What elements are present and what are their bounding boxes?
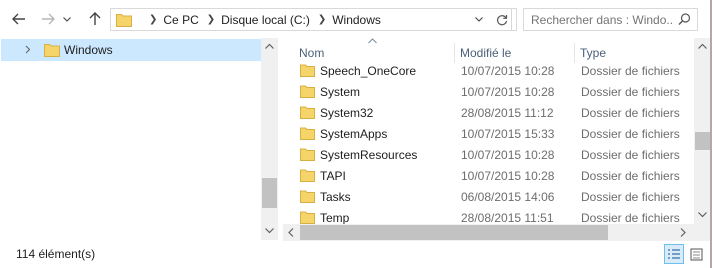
file-type: Dossier de fichiers [581,211,680,224]
details-view-button[interactable] [664,244,684,264]
file-rows: Speech_OneCore 10/07/2015 10:28 Dossier … [283,60,693,224]
column-header-label: Modifié le [460,46,512,60]
refresh-icon [496,14,507,25]
folder-icon [300,190,315,203]
folder-icon [116,14,132,27]
search-box [523,8,698,31]
file-name: SystemResources [320,148,418,162]
file-date: 10/07/2015 10:28 [461,148,555,162]
table-row[interactable]: SystemApps 10/07/2015 15:33 Dossier de f… [283,123,693,144]
file-type: Dossier de fichiers [581,64,680,78]
scroll-down-icon[interactable] [265,228,274,234]
column-header-label: Type [580,46,607,60]
folder-icon [44,44,60,57]
back-button[interactable] [10,10,28,28]
folder-icon [300,211,315,224]
scroll-up-icon[interactable] [698,43,707,49]
file-name: SystemApps [320,127,388,141]
tree-item-label: Windows [64,43,113,57]
folder-icon [300,64,315,77]
forward-button[interactable] [39,10,57,28]
table-row[interactable]: Tasks 06/08/2015 14:06 Dossier de fichie… [283,186,693,207]
file-name: System32 [320,106,374,120]
file-date: 10/07/2015 10:28 [461,169,555,183]
scrollbar-corner [694,224,711,241]
breadcrumb-item[interactable]: Disque local (C:) [221,13,310,27]
file-name: System [320,85,361,99]
vertical-scrollbar[interactable] [694,38,711,224]
file-date: 28/08/2015 11:12 [461,106,554,120]
up-arrow-icon [89,12,101,25]
status-bar: 114 élément(s) [0,241,712,268]
file-type: Dossier de fichiers [581,148,680,162]
breadcrumb-separator-icon: ❯ [317,14,327,25]
scroll-right-icon[interactable] [680,228,686,237]
refresh-button[interactable] [492,8,512,31]
table-row[interactable]: System 10/07/2015 10:28 Dossier de fichi… [283,81,693,102]
folder-icon [300,127,315,140]
large-icons-view-button[interactable] [686,244,706,264]
chevron-down-icon [475,17,483,22]
file-name: TAPI [320,169,346,183]
scrollbar-thumb[interactable] [695,132,710,150]
breadcrumb: ❯ Ce PC ❯ Disque local (C:) ❯ Windows [141,9,381,30]
address-history-button[interactable] [470,8,488,31]
navigation-pane: Windows [0,38,278,240]
breadcrumb-separator-icon: ❯ [149,14,158,25]
chevron-down-icon [63,16,71,22]
address-bar[interactable]: ❯ Ce PC ❯ Disque local (C:) ❯ Windows [110,8,517,31]
file-type: Dossier de fichiers [581,127,680,141]
back-arrow-icon [12,13,25,25]
breadcrumb-item[interactable]: Ce PC [163,13,198,27]
folder-icon [300,85,315,98]
scroll-up-icon[interactable] [265,43,274,49]
file-date: 10/07/2015 10:28 [461,64,555,78]
file-list: Nom Modifié le Type Speech_OneCore 10/07… [283,38,712,240]
folder-icon [300,169,315,182]
column-header-label: Nom [299,46,325,60]
file-date: 06/08/2015 14:06 [461,190,555,204]
details-view-icon [668,249,680,259]
tree-item-windows[interactable]: Windows [1,39,261,61]
file-type: Dossier de fichiers [581,169,680,183]
breadcrumb-separator-icon: ❯ [206,14,216,25]
scroll-down-icon[interactable] [698,212,707,218]
recent-locations-button[interactable] [61,10,73,28]
item-count: 114 élément(s) [16,247,96,261]
folder-icon [300,148,315,161]
chevron-right-icon[interactable] [25,45,31,54]
scroll-left-icon[interactable] [288,228,294,237]
search-input[interactable] [524,9,674,30]
file-date: 28/08/2015 11:51 [461,211,554,224]
table-row[interactable]: Temp 28/08/2015 11:51 Dossier de fichier… [283,207,693,224]
table-row[interactable]: SystemResources 10/07/2015 10:28 Dossier… [283,144,693,165]
file-date: 10/07/2015 10:28 [461,85,555,99]
scrollbar-thumb[interactable] [300,225,608,240]
table-row[interactable]: TAPI 10/07/2015 10:28 Dossier de fichier… [283,165,693,186]
scrollbar-thumb[interactable] [262,178,277,208]
file-name: Tasks [320,190,351,204]
search-icon[interactable] [678,13,691,26]
file-date: 10/07/2015 15:33 [461,127,555,141]
folder-icon [300,106,315,119]
table-row[interactable]: Speech_OneCore 10/07/2015 10:28 Dossier … [283,60,693,81]
horizontal-scrollbar[interactable] [283,224,694,241]
navigation-toolbar: ❯ Ce PC ❯ Disque local (C:) ❯ Windows [0,0,712,38]
forward-arrow-icon [42,13,55,25]
navigation-scrollbar[interactable] [261,38,278,240]
file-name: Temp [320,211,350,224]
table-row[interactable]: System32 28/08/2015 11:12 Dossier de fic… [283,102,693,123]
file-type: Dossier de fichiers [581,106,680,120]
file-type: Dossier de fichiers [581,85,680,99]
file-type: Dossier de fichiers [581,190,680,204]
file-name: Speech_OneCore [320,64,417,78]
breadcrumb-item[interactable]: Windows [332,13,381,27]
tiles-view-icon [690,248,702,260]
up-button[interactable] [86,10,104,28]
